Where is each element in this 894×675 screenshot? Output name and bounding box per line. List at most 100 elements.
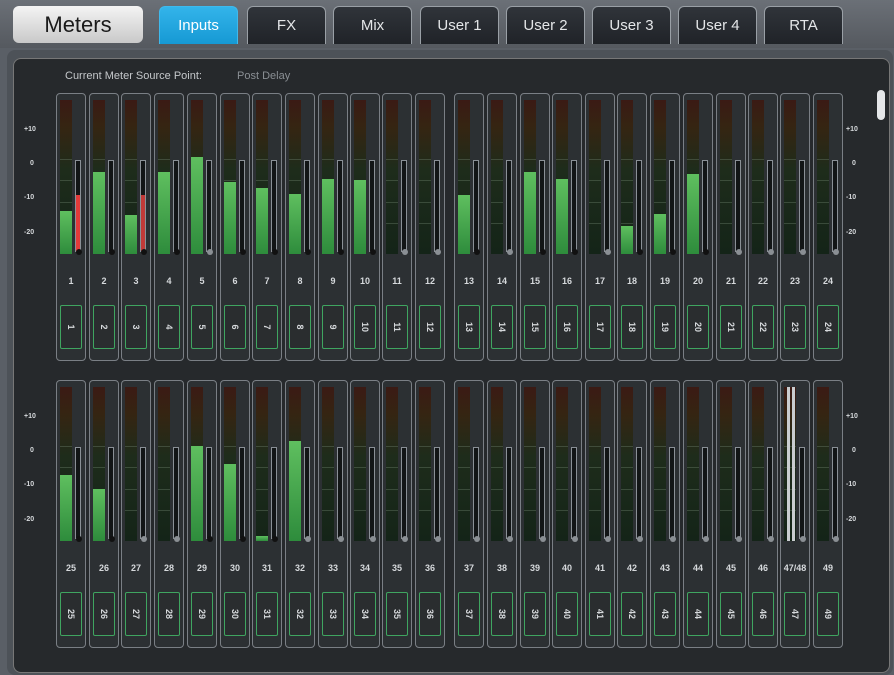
channel-button[interactable]: 10 bbox=[354, 305, 376, 349]
level-meter bbox=[491, 100, 503, 254]
meter-tick bbox=[256, 510, 268, 511]
channel-button[interactable]: 19 bbox=[654, 305, 676, 349]
channel-button[interactable]: 3 bbox=[125, 305, 147, 349]
channel-button[interactable]: 14 bbox=[491, 305, 513, 349]
peak-meter bbox=[636, 447, 642, 539]
channel-button[interactable]: 27 bbox=[125, 592, 147, 636]
tab-rta[interactable]: RTA bbox=[764, 6, 843, 44]
channel-button[interactable]: 20 bbox=[687, 305, 709, 349]
meter-tick bbox=[720, 446, 732, 447]
channel-button[interactable]: 28 bbox=[158, 592, 180, 636]
meter-tick bbox=[125, 489, 137, 490]
channel-button[interactable]: 8 bbox=[289, 305, 311, 349]
channel-button[interactable]: 40 bbox=[556, 592, 578, 636]
level-meter bbox=[752, 100, 764, 254]
meter-tick bbox=[817, 467, 829, 468]
channel-button[interactable]: 12 bbox=[419, 305, 441, 349]
channel-button[interactable]: 11 bbox=[386, 305, 408, 349]
meter-tick bbox=[621, 467, 633, 468]
channel-button[interactable]: 49 bbox=[817, 592, 839, 636]
scrollbar[interactable] bbox=[877, 90, 885, 120]
channel-button[interactable]: 23 bbox=[784, 305, 806, 349]
meter-tick bbox=[386, 446, 398, 447]
channel-button[interactable]: 32 bbox=[289, 592, 311, 636]
channel-button[interactable]: 29 bbox=[191, 592, 213, 636]
tab-user-2[interactable]: User 2 bbox=[506, 6, 585, 44]
channel-number: 41 bbox=[594, 563, 605, 573]
channel-button[interactable]: 39 bbox=[524, 592, 546, 636]
channel-button[interactable]: 36 bbox=[419, 592, 441, 636]
channel-button[interactable]: 18 bbox=[621, 305, 643, 349]
meter-fill bbox=[60, 211, 72, 254]
peak-meter bbox=[506, 447, 512, 539]
channel-number: 37 bbox=[463, 563, 474, 573]
channel-button[interactable]: 25 bbox=[60, 592, 82, 636]
channel-button[interactable]: 45 bbox=[720, 592, 742, 636]
channel-button[interactable]: 47 bbox=[784, 592, 806, 636]
peak-meter bbox=[799, 447, 805, 539]
signal-indicator bbox=[141, 536, 147, 542]
channel-button[interactable]: 46 bbox=[752, 592, 774, 636]
signal-indicator bbox=[305, 536, 311, 542]
source-point-value: Post Delay bbox=[237, 70, 291, 82]
channel-button[interactable]: 24 bbox=[817, 305, 839, 349]
level-meter bbox=[654, 387, 666, 541]
channel-number: 11 bbox=[392, 276, 402, 286]
channel-button[interactable]: 44 bbox=[687, 592, 709, 636]
channel-button[interactable]: 31 bbox=[256, 592, 278, 636]
channel-button[interactable]: 13 bbox=[458, 305, 480, 349]
channel-button[interactable]: 37 bbox=[458, 592, 480, 636]
channel-button[interactable]: 38 bbox=[491, 592, 513, 636]
channel-strip: 37 37 bbox=[454, 380, 484, 648]
meter-tick bbox=[491, 467, 503, 468]
channel-button[interactable]: 34 bbox=[354, 592, 376, 636]
scale-label: -20 bbox=[846, 229, 857, 236]
channel-button[interactable]: 6 bbox=[224, 305, 246, 349]
channel-button[interactable]: 7 bbox=[256, 305, 278, 349]
channel-button[interactable]: 1 bbox=[60, 305, 82, 349]
channel-button-label: 46 bbox=[758, 608, 768, 620]
tab-user-1[interactable]: User 1 bbox=[420, 6, 499, 44]
tab-inputs[interactable]: Inputs bbox=[159, 6, 238, 44]
meter-tick bbox=[589, 223, 601, 224]
channel-strip: 19 19 bbox=[650, 93, 680, 361]
level-meter bbox=[589, 100, 601, 254]
tab-user-4[interactable]: User 4 bbox=[678, 6, 757, 44]
channel-button[interactable]: 26 bbox=[93, 592, 115, 636]
channel-button[interactable]: 2 bbox=[93, 305, 115, 349]
channel-button[interactable]: 5 bbox=[191, 305, 213, 349]
channel-strip: 29 29 bbox=[187, 380, 217, 648]
channel-button[interactable]: 35 bbox=[386, 592, 408, 636]
channel-button[interactable]: 43 bbox=[654, 592, 676, 636]
channel-button[interactable]: 16 bbox=[556, 305, 578, 349]
channel-button[interactable]: 33 bbox=[322, 592, 344, 636]
tab-fx[interactable]: FX bbox=[247, 6, 326, 44]
signal-indicator bbox=[572, 249, 578, 255]
channel-strip: 10 10 bbox=[350, 93, 380, 361]
tab-mix[interactable]: Mix bbox=[333, 6, 412, 44]
channel-button[interactable]: 41 bbox=[589, 592, 611, 636]
tab-user-3[interactable]: User 3 bbox=[592, 6, 671, 44]
channel-button[interactable]: 9 bbox=[322, 305, 344, 349]
channel-button[interactable]: 17 bbox=[589, 305, 611, 349]
channel-button[interactable]: 22 bbox=[752, 305, 774, 349]
peak-meter bbox=[401, 160, 407, 252]
channel-button[interactable]: 15 bbox=[524, 305, 546, 349]
signal-indicator bbox=[736, 536, 742, 542]
meter-tick bbox=[386, 159, 398, 160]
meter-tick bbox=[720, 159, 732, 160]
level-meter bbox=[386, 387, 398, 541]
level-meter bbox=[419, 100, 431, 254]
channel-button[interactable]: 4 bbox=[158, 305, 180, 349]
channel-number: 31 bbox=[261, 563, 272, 573]
channel-button[interactable]: 42 bbox=[621, 592, 643, 636]
channel-number: 47/48 bbox=[783, 563, 807, 573]
peak-meter bbox=[239, 447, 245, 539]
channel-strip: 43 43 bbox=[650, 380, 680, 648]
level-meter bbox=[589, 387, 601, 541]
meter-tick bbox=[256, 446, 268, 447]
channel-button-label: 14 bbox=[497, 321, 507, 333]
channel-button[interactable]: 21 bbox=[720, 305, 742, 349]
channel-button[interactable]: 30 bbox=[224, 592, 246, 636]
channel-button-label: 25 bbox=[66, 608, 76, 620]
